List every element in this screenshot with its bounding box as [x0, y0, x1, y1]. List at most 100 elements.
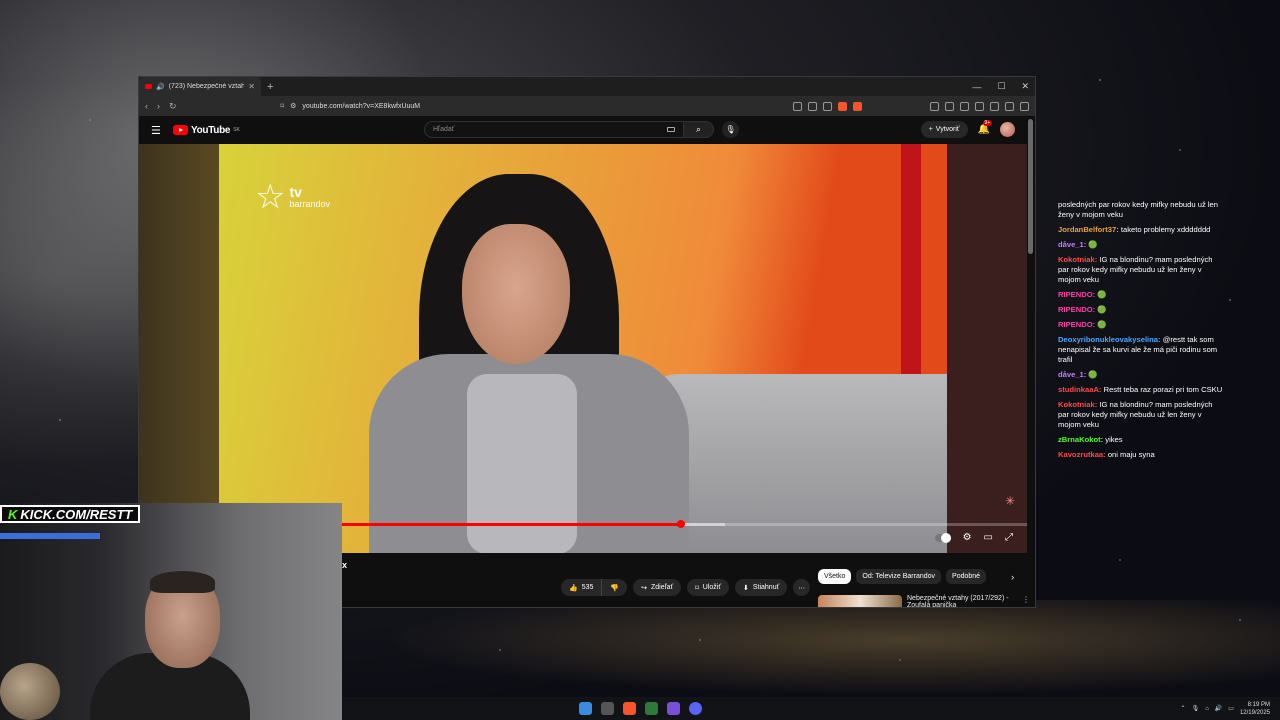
forward-icon[interactable]: ›: [157, 101, 160, 112]
autoplay-toggle[interactable]: [934, 532, 951, 543]
chat-username[interactable]: RIPENDO:: [1058, 290, 1095, 299]
reco-thumbnail[interactable]: [818, 595, 902, 607]
bookmark-save-icon: ⌑: [695, 584, 699, 592]
system-clock[interactable]: 8:19 PM 12/19/2025: [1240, 701, 1270, 717]
media-icon[interactable]: [960, 101, 969, 111]
kick-channel-badge: K KICK.COM/RESTT: [0, 505, 141, 523]
chat-message: Deoxyribonukleovakyselina: @restt tak so…: [1058, 335, 1223, 365]
region-code: SK: [233, 126, 240, 133]
discord-icon[interactable]: [689, 702, 702, 715]
wallet-icon[interactable]: [990, 101, 999, 111]
more-horizontal-icon: ⋯: [798, 584, 806, 592]
page-scrollbar[interactable]: [1028, 119, 1033, 607]
account-avatar[interactable]: [1000, 122, 1015, 137]
chip-from-channel[interactable]: Od: Televize Barrandov: [856, 569, 942, 584]
notifications-button[interactable]: 🔔 9+: [978, 120, 993, 135]
reload-icon[interactable]: ↻: [169, 101, 177, 112]
chat-username[interactable]: zBrnaKokot:: [1058, 435, 1103, 444]
chat-username[interactable]: Kokotniak:: [1058, 400, 1097, 409]
new-tab-button[interactable]: +: [267, 81, 273, 93]
share-label: Zdieľať: [651, 584, 674, 591]
kick-logo-icon: K: [8, 506, 18, 522]
tray-chevron-icon[interactable]: ⌃: [1181, 705, 1186, 712]
close-tab-icon[interactable]: ✕: [248, 82, 255, 91]
chat-username[interactable]: studinkaaA:: [1058, 385, 1101, 394]
download-button[interactable]: ⬇ Stiahnuť: [734, 579, 788, 596]
recommendation-chips: Všetko Od: Televize Barrandov Podobné ›: [818, 569, 1014, 584]
back-icon[interactable]: ‹: [145, 101, 148, 112]
url-field[interactable]: youtube.com/watch?v=XE8kwfxUuuM: [302, 103, 420, 110]
chevron-right-icon[interactable]: ›: [1011, 572, 1014, 582]
create-button[interactable]: + Vytvoriť: [920, 121, 968, 138]
chat-username[interactable]: RIPENDO:: [1058, 305, 1095, 314]
translate-icon[interactable]: [808, 101, 817, 111]
chat-username[interactable]: Kokotniak:: [1058, 255, 1097, 264]
kick-url-text: KICK.COM/RESTT: [20, 506, 133, 522]
network-icon[interactable]: ⌂: [1205, 706, 1209, 712]
maximize-button[interactable]: ☐: [997, 81, 1005, 92]
search-input[interactable]: Hľadať: [424, 121, 684, 138]
menu-icon[interactable]: [1020, 101, 1029, 111]
vpn-icon[interactable]: [1005, 101, 1014, 111]
channel-watermark-logo: ☆ tv barrandov: [255, 180, 330, 214]
chat-text: oni maju syna: [1107, 450, 1155, 459]
search-button[interactable]: ⌕: [684, 121, 714, 138]
battery-icon[interactable]: ▭: [1228, 705, 1234, 712]
chat-username[interactable]: dåve_1:: [1058, 240, 1086, 249]
app-icon-green[interactable]: [645, 702, 658, 715]
extensions-icon[interactable]: [930, 101, 939, 111]
share-page-icon[interactable]: [823, 101, 832, 111]
browser-tab-youtube[interactable]: 🔊 (723) Nebezpečné vztahy (2017/ ✕: [139, 77, 261, 96]
close-window-button[interactable]: ✕: [1021, 81, 1029, 92]
chip-all[interactable]: Všetko: [818, 569, 852, 584]
chat-text: 🟢: [1097, 290, 1107, 299]
site-info-icon[interactable]: ⚙: [290, 102, 296, 110]
volume-icon[interactable]: 🔊: [1215, 705, 1222, 712]
mic-tray-icon[interactable]: 🎙: [1192, 705, 1200, 712]
chat-text: 🟢: [1097, 305, 1107, 314]
minimize-button[interactable]: —: [972, 82, 981, 92]
clock-date: 12/19/2025: [1239, 709, 1270, 716]
like-button[interactable]: 👍 535: [561, 579, 603, 596]
chat-username[interactable]: JordanBelfort37:: [1058, 225, 1119, 234]
windows-start-icon[interactable]: [579, 702, 592, 715]
chat-username[interactable]: Deoxyribonukleovakyselina:: [1058, 335, 1161, 344]
sidebar-icon[interactable]: [975, 101, 984, 111]
cast-icon[interactable]: [793, 101, 802, 111]
screenshot-icon[interactable]: [945, 101, 954, 111]
brave-shields-icon[interactable]: [838, 101, 847, 111]
settings-gear-icon[interactable]: ⚙: [963, 532, 972, 543]
chat-username[interactable]: RIPENDO:: [1058, 320, 1095, 329]
progress-loaded: [680, 523, 726, 526]
brave-rewards-icon[interactable]: [853, 101, 862, 111]
save-button[interactable]: ⌑ Uložiť: [687, 579, 729, 596]
player-controls-right: ⚙ ▭ ⤢: [934, 532, 1013, 543]
scrollbar-thumb[interactable]: [1028, 119, 1033, 254]
recommended-video[interactable]: Nebezpečné vztahy (2017/292) - Zoufalá p…: [818, 595, 1030, 607]
chat-username[interactable]: Kavozrutkaa:: [1058, 450, 1106, 459]
chat-message: Kokotniak: IG na blondinu? mam poslednýc…: [1058, 255, 1223, 285]
more-actions-button[interactable]: ⋯: [793, 579, 811, 596]
youtube-logo[interactable]: YouTube SK: [173, 125, 240, 136]
voice-search-button[interactable]: 🎙: [722, 121, 739, 138]
reco-title[interactable]: Nebezpečné vztahy (2017/292) - Zoufalá p…: [907, 595, 1017, 607]
chat-text: 🟢: [1097, 320, 1107, 329]
tab-bar: 🔊 (723) Nebezpečné vztahy (2017/ ✕ + — ☐…: [139, 77, 1035, 96]
share-button[interactable]: ↪ Zdieľať: [633, 579, 682, 596]
progress-scrubber[interactable]: [676, 520, 685, 528]
dislike-button[interactable]: 👎: [602, 579, 628, 596]
brave-browser-icon[interactable]: [623, 702, 636, 715]
fullscreen-icon[interactable]: ⤢: [1005, 532, 1013, 543]
hamburger-menu-icon[interactable]: ☰: [151, 124, 167, 137]
task-view-icon[interactable]: [601, 702, 614, 715]
theater-mode-icon[interactable]: ▭: [984, 532, 993, 543]
person-top: [467, 374, 577, 553]
bookmark-icon[interactable]: ⌑: [281, 102, 285, 110]
video-player[interactable]: ☆ tv barrandov ✳ ⚙ ▭ ⤢: [139, 144, 1027, 553]
chat-message: RIPENDO: 🟢: [1058, 290, 1223, 300]
chat-username[interactable]: dåve_1:: [1058, 370, 1086, 379]
app-icon-purple[interactable]: [667, 702, 680, 715]
microphone-icon: 🎙: [725, 125, 736, 134]
chip-related[interactable]: Podobné: [946, 569, 987, 584]
keyboard-icon[interactable]: [667, 127, 675, 132]
